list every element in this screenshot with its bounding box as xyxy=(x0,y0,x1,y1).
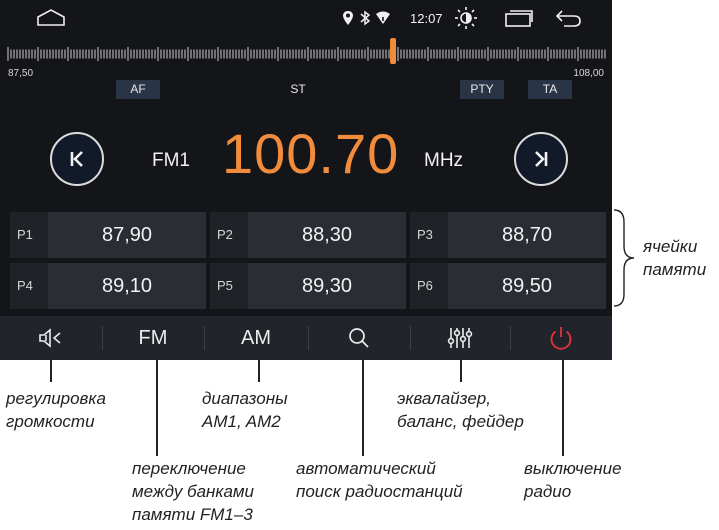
stereo-indicator: ST xyxy=(290,82,306,96)
seek-prev-button[interactable] xyxy=(50,132,104,186)
preset-label: P5 xyxy=(210,263,248,309)
eq-leader xyxy=(460,360,462,382)
band-label: FM1 xyxy=(152,150,190,171)
home-icon[interactable] xyxy=(36,6,66,30)
location-icon xyxy=(341,6,355,30)
preset-label: P1 xyxy=(10,212,48,258)
am-button[interactable]: AM xyxy=(204,316,308,360)
wifi-icon xyxy=(374,6,392,30)
frequency-display: 100.70 xyxy=(222,122,400,185)
preset-1[interactable]: P1 87,90 xyxy=(10,212,206,258)
seek-next-button[interactable] xyxy=(514,132,568,186)
equalizer-annotation: эквалайзер, баланс, фейдер xyxy=(397,389,524,431)
brightness-icon[interactable] xyxy=(453,6,479,30)
fm-button[interactable]: FM xyxy=(102,316,204,360)
preset-label: P3 xyxy=(410,212,448,258)
preset-label: P4 xyxy=(10,263,48,309)
bottom-toolbar: FM AM xyxy=(0,316,612,360)
tuning-needle[interactable] xyxy=(390,38,397,64)
search-annotation: автоматический поиск радиостанций xyxy=(296,459,463,501)
tuning-scale[interactable] xyxy=(0,36,612,66)
fm-annotation: переключение между банками памяти FM1–3 xyxy=(132,459,255,524)
fm-label: FM xyxy=(138,326,168,349)
clock: 12:07 xyxy=(410,11,443,26)
power-button[interactable] xyxy=(510,316,612,360)
presets-bracket xyxy=(613,209,635,307)
preset-frequency: 89,30 xyxy=(301,275,353,297)
bluetooth-icon xyxy=(358,6,372,30)
preset-frequency: 88,70 xyxy=(501,224,553,246)
preset-label: P6 xyxy=(410,263,448,309)
volume-button[interactable] xyxy=(0,316,102,360)
am-annotation: диапазоны AM1, AM2 xyxy=(202,389,288,431)
power-leader xyxy=(562,360,564,456)
pty-toggle[interactable]: PTY xyxy=(460,80,504,99)
equalizer-button[interactable] xyxy=(410,316,510,360)
am-label: AM xyxy=(241,326,271,349)
search-leader xyxy=(362,360,364,456)
preset-label: P2 xyxy=(210,212,248,258)
volume-annotation: регулировка громкости xyxy=(6,389,106,431)
radio-screen: 12:07 87,50 108,00 AF ST PTY TA FM1 100.… xyxy=(0,0,612,360)
preset-3[interactable]: P3 88,70 xyxy=(410,212,606,258)
preset-4[interactable]: P4 89,10 xyxy=(10,263,206,309)
equalizer-icon xyxy=(447,328,473,348)
power-annotation: выключение радио xyxy=(524,459,622,501)
recent-apps-icon[interactable] xyxy=(503,6,535,30)
volume-leader xyxy=(50,360,52,382)
preset-frequency: 88,30 xyxy=(301,224,353,246)
presets-annotation: ячейки памяти xyxy=(643,237,707,279)
fm-leader xyxy=(156,360,158,456)
preset-6[interactable]: P6 89,50 xyxy=(410,263,606,309)
search-icon xyxy=(349,328,369,348)
next-icon xyxy=(535,151,548,167)
preset-frequency: 89,50 xyxy=(501,275,553,297)
scale-max-label: 108,00 xyxy=(573,68,604,79)
scan-button[interactable] xyxy=(308,316,410,360)
preset-frequency: 89,10 xyxy=(101,275,153,297)
am-leader xyxy=(258,360,260,382)
status-bar: 12:07 xyxy=(0,0,612,36)
preset-frequency: 87,90 xyxy=(101,224,153,246)
ta-toggle[interactable]: TA xyxy=(528,80,572,99)
volume-icon xyxy=(39,328,61,348)
af-toggle[interactable]: AF xyxy=(116,80,160,99)
power-icon xyxy=(550,327,572,350)
preset-5[interactable]: P5 89,30 xyxy=(210,263,406,309)
frequency-unit: MHz xyxy=(424,150,464,171)
previous-icon xyxy=(70,151,83,167)
back-icon[interactable] xyxy=(553,6,583,30)
preset-2[interactable]: P2 88,30 xyxy=(210,212,406,258)
scale-min-label: 87,50 xyxy=(8,68,34,79)
